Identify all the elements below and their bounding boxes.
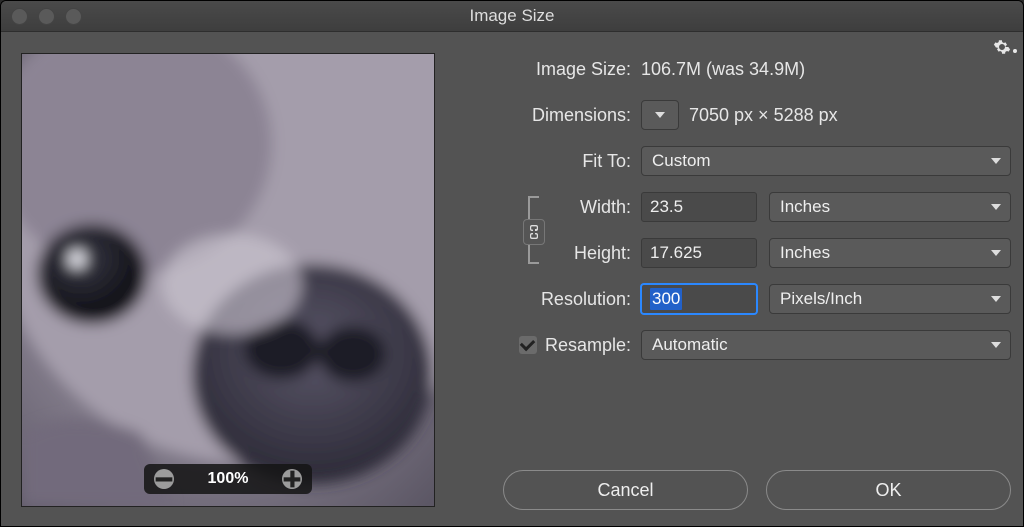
- width-row: Width: 23.5 Inches: [545, 191, 1011, 223]
- height-unit-dropdown[interactable]: Inches: [769, 238, 1011, 268]
- resolution-unit-value: Pixels/Inch: [780, 289, 862, 309]
- height-input[interactable]: 17.625: [641, 238, 757, 268]
- chevron-down-icon: [990, 156, 1002, 166]
- preview-image: [22, 54, 434, 506]
- constrain-proportions-button[interactable]: [523, 219, 545, 245]
- fit-to-dropdown[interactable]: Custom: [641, 146, 1011, 176]
- preview-pane[interactable]: 100%: [21, 53, 435, 507]
- chevron-down-icon: [990, 248, 1002, 258]
- fit-to-value: Custom: [652, 151, 711, 171]
- zoom-in-button[interactable]: [282, 469, 302, 489]
- fit-to-row: Fit To: Custom: [451, 145, 1011, 177]
- dimensions-value: 7050 px × 5288 px: [689, 105, 838, 126]
- width-label: Width:: [545, 197, 641, 218]
- image-size-value: 106.7M (was 34.9M): [641, 59, 805, 80]
- image-size-row: Image Size: 106.7M (was 34.9M): [451, 53, 1011, 85]
- height-row: Height: 17.625 Inches: [545, 237, 1011, 269]
- minus-icon: [154, 469, 174, 489]
- chevron-down-icon: [990, 340, 1002, 350]
- form-area: Image Size: 106.7M (was 34.9M) Dimension…: [451, 53, 1011, 516]
- plus-icon: [282, 469, 302, 489]
- resolution-label: Resolution:: [451, 289, 641, 310]
- width-input[interactable]: 23.5: [641, 192, 757, 222]
- chevron-down-icon: [990, 202, 1002, 212]
- zoom-toolbar: 100%: [144, 464, 312, 494]
- resolution-row: Resolution: 300 Pixels/Inch: [451, 283, 1011, 315]
- resample-row: Resample: Automatic: [451, 329, 1011, 361]
- height-unit-value: Inches: [780, 243, 830, 263]
- link-icon: [529, 224, 539, 240]
- ok-button[interactable]: OK: [766, 470, 1011, 510]
- resample-checkbox[interactable]: [519, 336, 537, 354]
- chevron-down-icon: [654, 110, 666, 120]
- resample-label: Resample:: [545, 335, 631, 356]
- resolution-unit-dropdown[interactable]: Pixels/Inch: [769, 284, 1011, 314]
- dimensions-unit-button[interactable]: [641, 100, 679, 130]
- minimize-window-button[interactable]: [38, 8, 55, 25]
- height-label: Height:: [545, 243, 641, 264]
- chevron-down-icon: [990, 294, 1002, 304]
- resolution-input[interactable]: 300: [641, 284, 757, 314]
- width-unit-dropdown[interactable]: Inches: [769, 192, 1011, 222]
- zoom-level: 100%: [208, 470, 249, 488]
- cancel-button[interactable]: Cancel: [503, 470, 748, 510]
- resample-method-value: Automatic: [652, 335, 728, 355]
- window-controls: [11, 8, 82, 25]
- dimensions-row: Dimensions: 7050 px × 5288 px: [451, 99, 1011, 131]
- image-size-label: Image Size:: [451, 59, 641, 80]
- image-size-dialog: Image Size: [0, 0, 1024, 527]
- resample-method-dropdown[interactable]: Automatic: [641, 330, 1011, 360]
- dimensions-label: Dimensions:: [451, 105, 641, 126]
- fit-to-label: Fit To:: [451, 151, 641, 172]
- dialog-title: Image Size: [469, 6, 554, 26]
- titlebar: Image Size: [1, 1, 1023, 32]
- zoom-window-button[interactable]: [65, 8, 82, 25]
- dialog-buttons: Cancel OK: [503, 470, 1011, 510]
- width-unit-value: Inches: [780, 197, 830, 217]
- close-window-button[interactable]: [11, 8, 28, 25]
- zoom-out-button[interactable]: [154, 469, 174, 489]
